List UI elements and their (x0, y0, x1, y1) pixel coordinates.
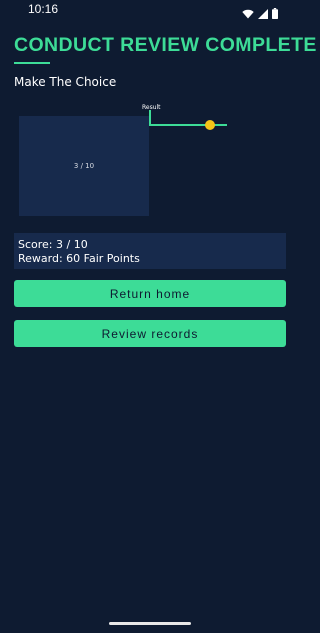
result-knob (205, 120, 215, 130)
page-subtitle: Make The Choice (14, 75, 117, 89)
battery-icon (272, 4, 278, 23)
wifi-icon (242, 4, 254, 23)
signal-icon (258, 4, 268, 23)
page-title: CONDUCT REVIEW COMPLETE (14, 34, 317, 56)
result-label: Result (142, 104, 161, 111)
status-bar: 10:16 (0, 0, 300, 20)
return-home-button[interactable]: Return home (14, 280, 286, 307)
home-indicator[interactable] (109, 622, 191, 625)
title-underline (14, 62, 50, 64)
score-text: Score: 3 / 10 (18, 238, 88, 251)
reward-text: Reward: 60 Fair Points (18, 252, 140, 265)
result-track (149, 124, 227, 126)
status-time: 10:16 (28, 2, 59, 16)
score-panel: Score: 3 / 10 Reward: 60 Fair Points (14, 233, 286, 269)
review-records-button[interactable]: Review records (14, 320, 286, 347)
status-icons (242, 4, 278, 23)
progress-box: 3 / 10 (19, 116, 149, 216)
progress-box-label: 3 / 10 (73, 162, 95, 170)
